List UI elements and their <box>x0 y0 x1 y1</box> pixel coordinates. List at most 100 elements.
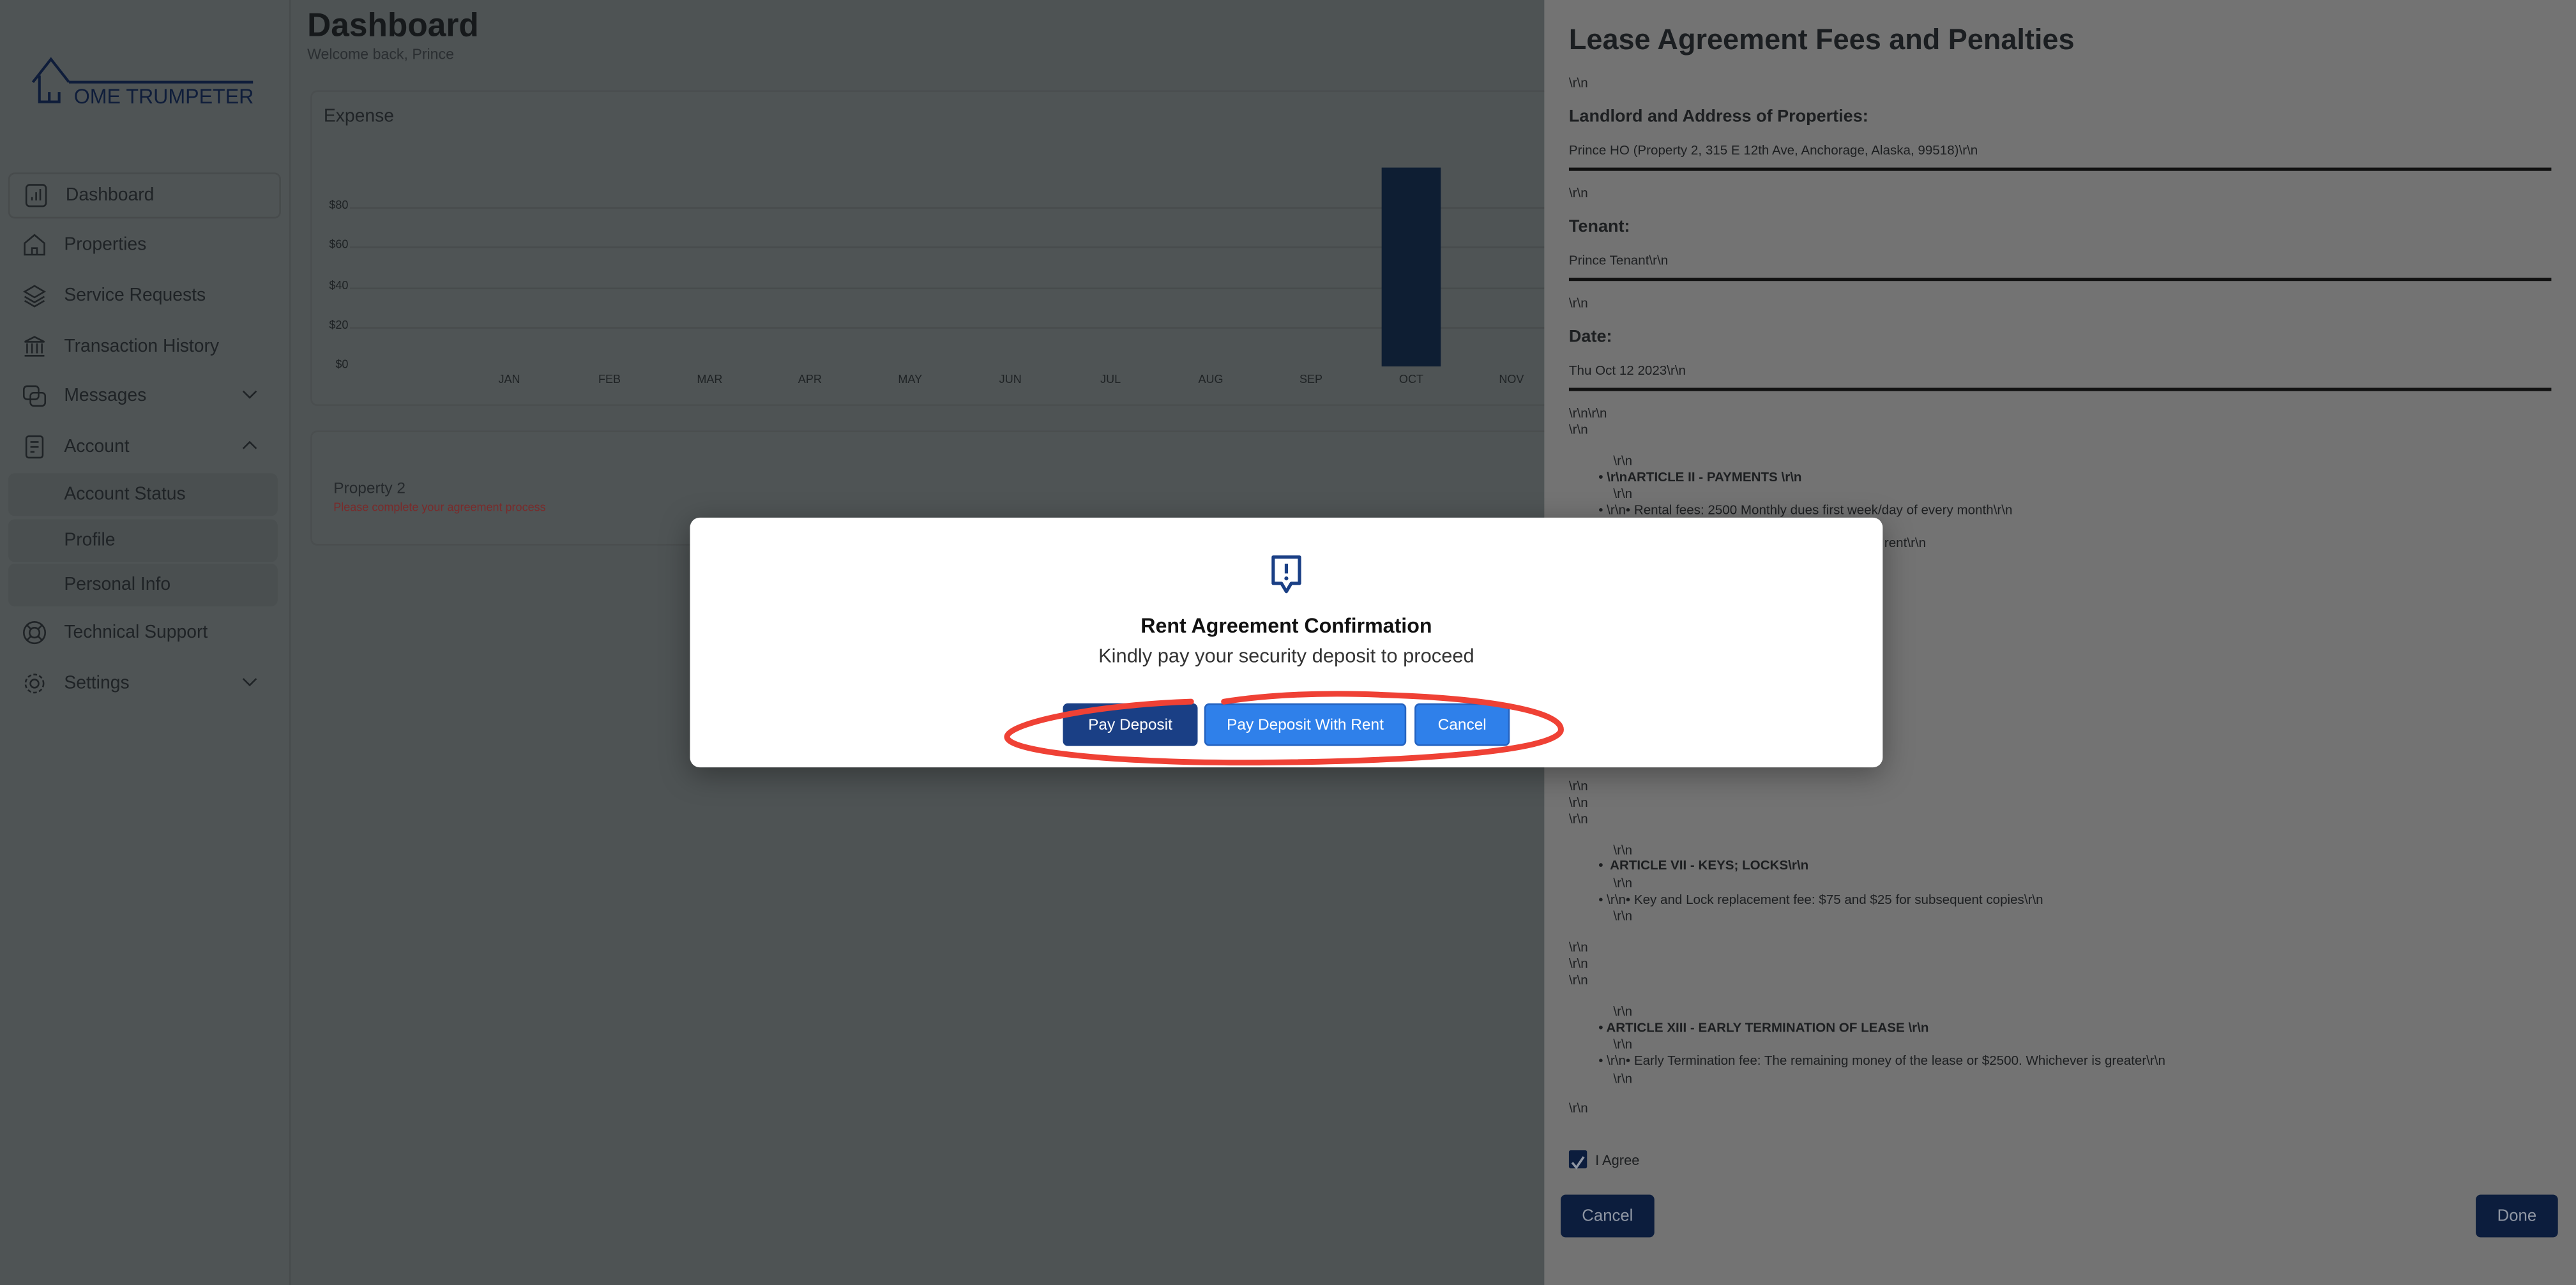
x-tick-label: APR <box>798 374 822 386</box>
y-tick-label: $80 <box>329 200 349 213</box>
text-line: \r\n <box>1568 795 1588 811</box>
sidebar-item-label: Dashboard <box>65 185 155 206</box>
rental-fees-text: \r\n• Rental fees: 2500 Monthly dues fir… <box>1607 502 2013 518</box>
article-xiii-text: ARTICLE XIII - EARLY TERMINATION OF LEAS… <box>1606 1020 1929 1035</box>
key-fee: • \r\n• Key and Lock replacement fee: $7… <box>1598 892 2043 907</box>
y-tick-label: $60 <box>329 240 349 252</box>
chat-icon <box>23 385 47 407</box>
sidebar-item-messages[interactable]: Messages <box>8 375 278 417</box>
sidebar-item-account[interactable]: Account <box>8 426 278 469</box>
rental-fees: • \r\n• Rental fees: 2500 Monthly dues f… <box>1598 502 2013 518</box>
alert-message-icon <box>1271 555 1301 594</box>
text-line: \r\n\r\n <box>1568 405 1607 421</box>
text-line: \r\n <box>1568 811 1588 827</box>
landlord-value: Prince HO (Property 2, 315 E 12th Ave, A… <box>1568 142 1978 158</box>
text-line: \r\n <box>1568 956 1588 972</box>
agree-label: I Agree <box>1595 1152 1640 1169</box>
sidebar-item-label: Account <box>64 437 130 457</box>
termination-fee-text: \r\n• Early Termination fee: The remaini… <box>1607 1053 2165 1069</box>
done-button[interactable]: Done <box>2476 1194 2558 1238</box>
modal-title: Rent Agreement Confirmation <box>1140 614 1432 638</box>
x-tick-label: JUL <box>1100 374 1121 386</box>
y-tick-label: $20 <box>329 320 349 332</box>
text-line: \r\n <box>1568 1101 1588 1116</box>
annotation-ellipse <box>1004 691 1564 766</box>
divider <box>1568 387 2552 391</box>
text-line: \r\n <box>1568 779 1588 794</box>
chevron-up-icon[interactable] <box>241 437 258 454</box>
text-line: \r\n <box>1568 75 1588 91</box>
date-value: Thu Oct 12 2023\r\n <box>1568 363 1686 379</box>
bank-icon <box>24 336 45 357</box>
x-tick-label: MAR <box>697 374 723 386</box>
agree-checkbox[interactable] <box>1568 1150 1587 1169</box>
x-tick-label: JAN <box>498 374 520 386</box>
document-icon <box>25 435 44 459</box>
text-line: \r\n <box>1613 1071 1633 1086</box>
sidebar-item-label: Personal Info <box>64 575 171 595</box>
sidebar-item-label: Profile <box>64 530 116 551</box>
sidebar-item-label: Transaction History <box>64 336 220 357</box>
x-tick-label: OCT <box>1398 374 1423 386</box>
sidebar-item-service-requests[interactable]: Service Requests <box>8 274 278 317</box>
sidebar-item-label: Properties <box>64 235 147 255</box>
divider <box>1568 278 2552 282</box>
sidebar-item-label: Messages <box>64 386 147 406</box>
sidebar: OME TRUMPETER Dashboard Properties Servi… <box>0 0 291 1285</box>
svg-text:OME TRUMPETER: OME TRUMPETER <box>74 85 254 108</box>
x-tick-label: AUG <box>1198 374 1224 386</box>
chevron-down-icon[interactable] <box>241 673 258 690</box>
key-fee-text: \r\n• Key and Lock replacement fee: $75 … <box>1607 892 2043 907</box>
y-tick-label: $0 <box>335 359 349 372</box>
sidebar-item-label: Settings <box>64 673 130 694</box>
article-ii: • \r\nARTICLE II - PAYMENTS \r\n <box>1598 470 1802 485</box>
text-line: \r\n <box>1568 972 1588 988</box>
termination-fee: • \r\n• Early Termination fee: The remai… <box>1598 1053 2165 1069</box>
expense-card: Expense $0 $20 $40 $60 $80 JAN FEB MAR APR MAY JUN… <box>310 90 1628 406</box>
date-label: Date: <box>1568 327 1612 347</box>
expense-chart: $0 $20 $40 $60 $80 JAN FEB MAR APR MAY JUN JUL AUG SE… <box>312 92 1626 404</box>
gear-icon <box>24 673 45 694</box>
text-line: \r\n <box>1568 296 1588 311</box>
bar-oct[interactable] <box>1381 167 1441 367</box>
article-vii: • ARTICLE VII - KEYS; LOCKS\r\n <box>1598 857 1809 873</box>
sidebar-item-account-status[interactable]: Account Status <box>8 473 278 516</box>
text-line: \r\n <box>1613 908 1633 924</box>
text-line: \r\n <box>1568 940 1588 955</box>
sidebar-item-properties[interactable]: Properties <box>8 223 278 266</box>
logo: OME TRUMPETER <box>31 57 254 108</box>
drawer-title: Lease Agreement Fees and Penalties <box>1568 23 2075 56</box>
text-line: \r\n <box>1613 843 1633 858</box>
sidebar-item-dashboard[interactable]: Dashboard <box>8 172 281 219</box>
x-tick-label: SEP <box>1299 374 1323 386</box>
article-xiii: • ARTICLE XIII - EARLY TERMINATION OF LE… <box>1598 1020 1929 1035</box>
sidebar-item-label: Service Requests <box>64 285 206 306</box>
modal-message: Kindly pay your security deposit to proc… <box>1098 644 1474 668</box>
article-ii-text: \r\nARTICLE II - PAYMENTS \r\n <box>1607 470 1802 485</box>
sidebar-item-personal-info[interactable]: Personal Info <box>8 563 278 606</box>
layers-icon <box>23 285 47 308</box>
sidebar-item-profile[interactable]: Profile <box>8 519 278 562</box>
text-line: \r\n <box>1613 876 1633 891</box>
rent-agreement-modal: Rent Agreement Confirmation Kindly pay y… <box>690 517 1883 768</box>
sidebar-item-label: Account Status <box>64 485 186 505</box>
text-line: \r\n <box>1613 1037 1633 1052</box>
x-tick-label: JUN <box>999 374 1022 386</box>
y-tick-label: $40 <box>329 280 349 292</box>
landlord-label: Landlord and Address of Properties: <box>1568 107 1868 127</box>
x-tick-label: FEB <box>598 374 621 386</box>
sidebar-item-transaction-history[interactable]: Transaction History <box>8 326 278 368</box>
x-tick-label: NOV <box>1499 374 1524 386</box>
check-icon <box>1571 1156 1585 1169</box>
drawer-cancel-button[interactable]: Cancel <box>1561 1194 1655 1238</box>
text-line: \r\n <box>1613 1003 1633 1019</box>
text-line: \r\n <box>1568 185 1588 201</box>
property-name: Property 2 <box>333 479 406 498</box>
partial-line: rent\r\n <box>1884 536 1927 551</box>
text-line: \r\n <box>1613 453 1633 469</box>
sidebar-item-settings[interactable]: Settings <box>8 662 278 705</box>
agreement-warning: Please complete your agreement process <box>333 502 546 515</box>
text-line: \r\n <box>1613 486 1633 502</box>
sidebar-item-technical-support[interactable]: Technical Support <box>8 612 278 654</box>
chevron-down-icon[interactable] <box>241 386 258 403</box>
